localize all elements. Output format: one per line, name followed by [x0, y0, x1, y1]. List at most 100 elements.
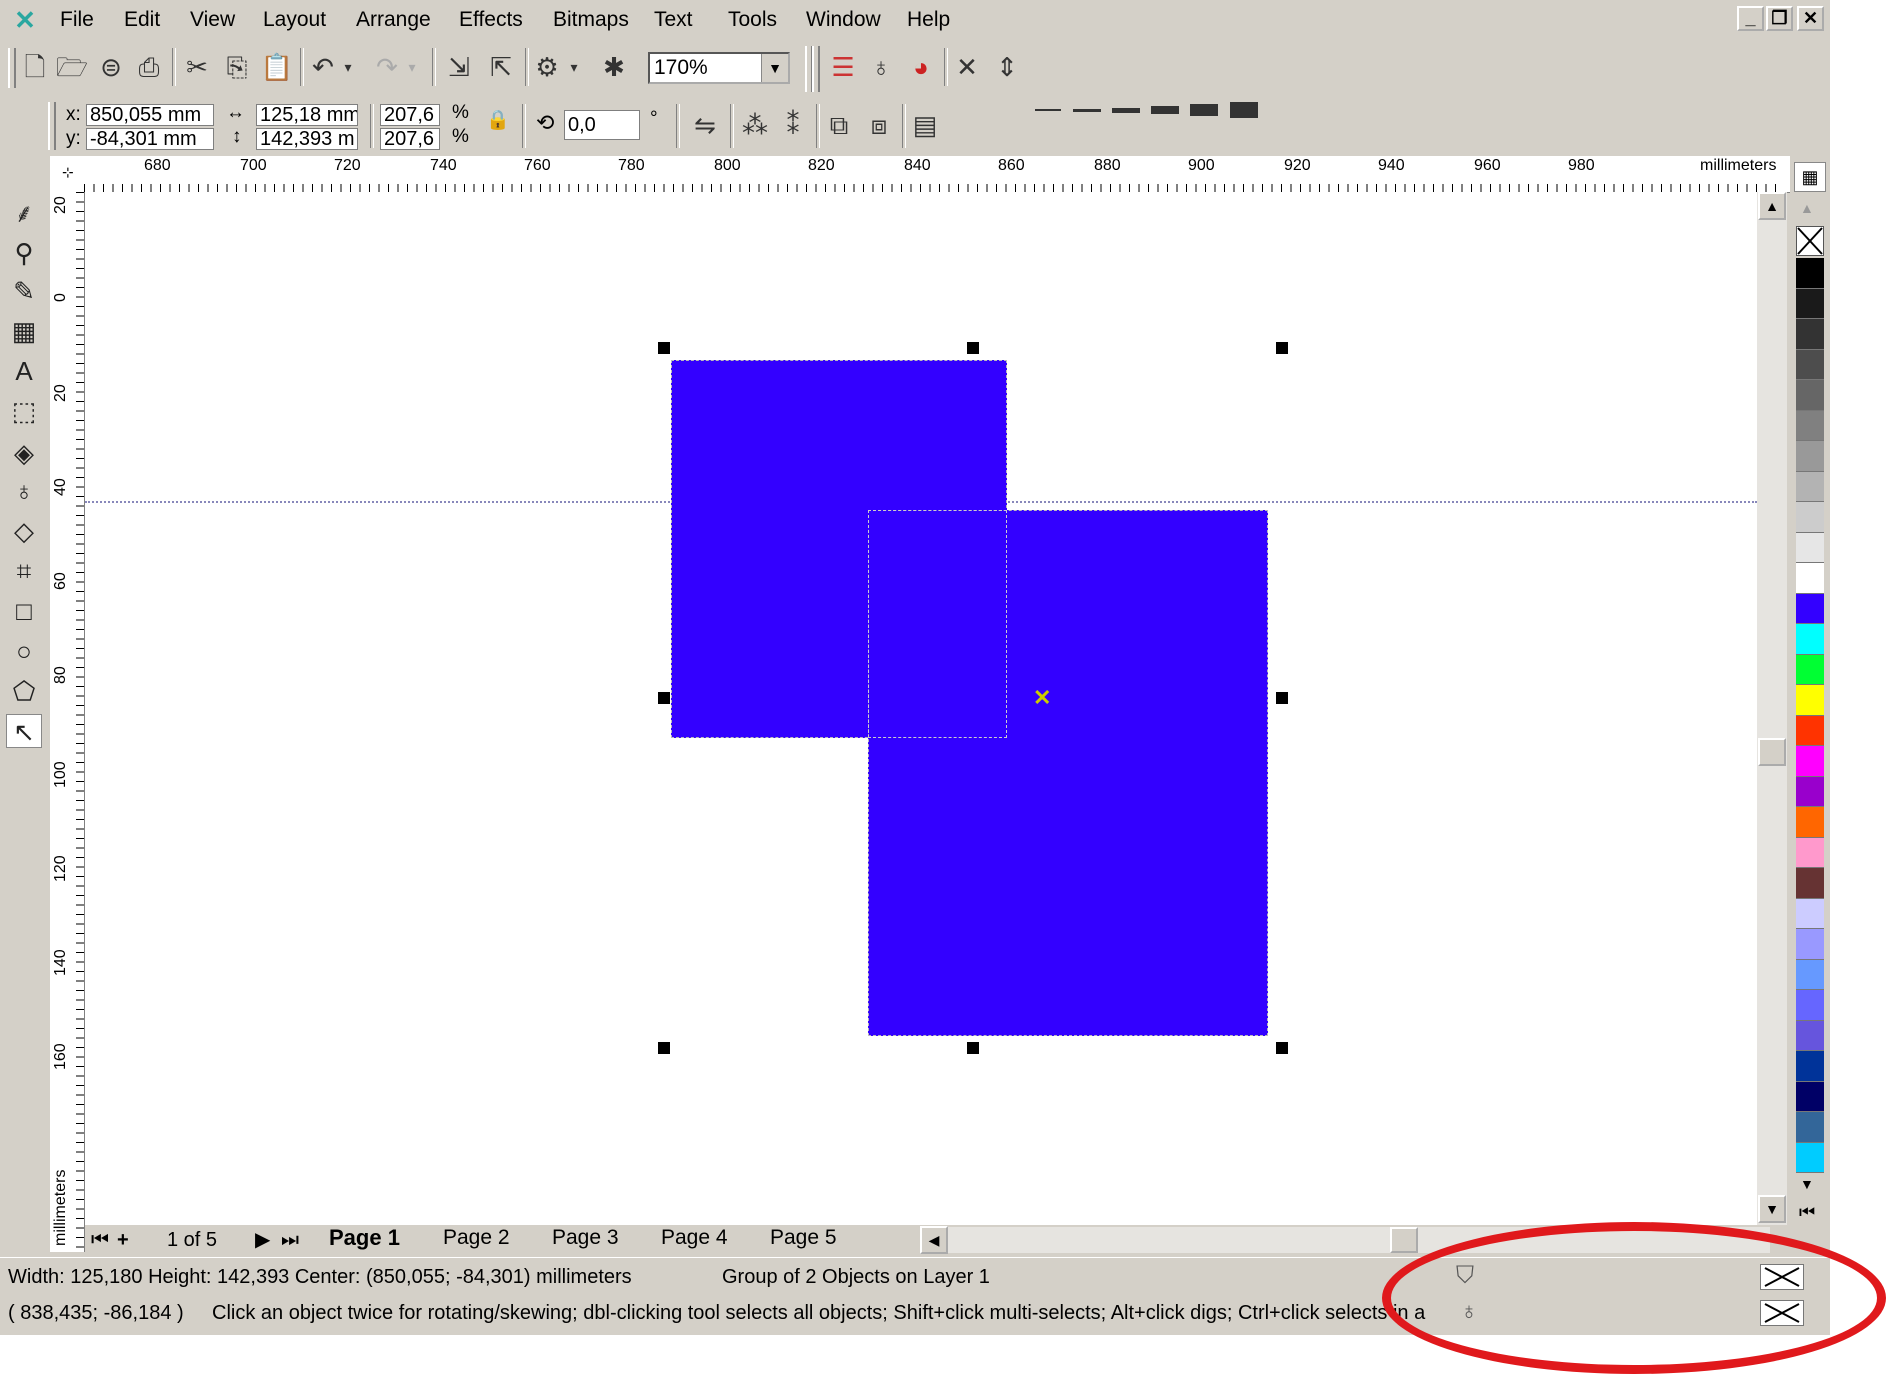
zoom-level-select[interactable]: 170% ▼ — [648, 52, 790, 84]
palette-scroll-up-icon[interactable]: ▲ — [1800, 200, 1814, 216]
pick-tool-icon[interactable]: ↖ — [6, 714, 42, 748]
ruler-origin-icon[interactable]: ⊹ — [62, 164, 74, 181]
tab-page-2[interactable]: Page 2 — [443, 1225, 510, 1253]
color-swatch[interactable] — [1796, 258, 1824, 289]
wrap-text-icon[interactable]: ▤ — [908, 108, 942, 142]
color-swatch[interactable] — [1796, 929, 1824, 960]
shape-tool-icon[interactable]: ⸙ — [6, 196, 42, 230]
break-apart-icon[interactable]: ⧈ — [862, 108, 896, 142]
fill-color-indicator[interactable] — [1760, 1264, 1804, 1290]
undo-icon[interactable]: ↶ — [306, 50, 340, 84]
color-swatch[interactable] — [1796, 746, 1824, 777]
corel-online-icon[interactable]: ✱ — [597, 50, 631, 84]
color-swatch[interactable] — [1796, 1051, 1824, 1082]
selection-handle-right[interactable] — [1276, 692, 1288, 704]
table-tool-icon[interactable]: ▦ — [6, 314, 42, 348]
first-page-icon[interactable]: ⏮ — [91, 1227, 109, 1253]
no-outline-icon[interactable]: ✕ — [950, 50, 984, 84]
vertical-scrollbar[interactable]: ▲ ▼ — [1757, 192, 1787, 1225]
color-swatch[interactable] — [1796, 654, 1824, 685]
color-swatch[interactable] — [1796, 593, 1824, 624]
object-height-field[interactable]: 142,393 m — [256, 128, 358, 150]
outline-tool-icon[interactable]: ♁ — [6, 474, 42, 508]
color-swatch[interactable] — [1796, 441, 1824, 472]
application-launcher-icon[interactable]: ⚙ — [530, 50, 564, 84]
selection-handle-top-right[interactable] — [1276, 342, 1288, 354]
color-swatch[interactable] — [1796, 1112, 1824, 1143]
copy-icon[interactable]: ⎘ — [220, 50, 254, 84]
paste-icon[interactable]: 📋 — [260, 50, 294, 84]
color-swatch[interactable] — [1796, 502, 1824, 533]
color-swatch[interactable] — [1796, 319, 1824, 350]
menu-view[interactable]: View — [190, 0, 235, 40]
next-page-icon[interactable]: ▶ — [255, 1227, 270, 1253]
extrude-tool-icon[interactable]: ⬚ — [6, 394, 42, 428]
rotation-center-icon[interactable]: ✕ — [1033, 685, 1051, 711]
rotation-angle-field[interactable]: 0,0 — [564, 110, 640, 140]
tab-page-4[interactable]: Page 4 — [661, 1225, 728, 1253]
tab-page-5[interactable]: Page 5 — [770, 1225, 837, 1253]
ungroup-icon[interactable]: ⁑ — [776, 108, 810, 142]
menu-bitmaps[interactable]: Bitmaps — [553, 0, 629, 40]
tab-page-3[interactable]: Page 3 — [552, 1225, 619, 1253]
restore-button[interactable]: ❐ — [1766, 6, 1793, 31]
scroll-down-icon[interactable]: ▼ — [1758, 1195, 1786, 1223]
lock-ratio-icon[interactable]: 🔒 — [486, 108, 510, 132]
color-swatch[interactable] — [1796, 471, 1824, 502]
palette-expand-icon[interactable]: ⏮ — [1799, 1202, 1815, 1223]
color-swatch[interactable] — [1796, 990, 1824, 1021]
rectangle-tool-icon[interactable]: □ — [6, 594, 42, 628]
launcher-dropdown-icon[interactable]: ▾ — [564, 50, 584, 84]
selection-handle-bottom-left[interactable] — [658, 1042, 670, 1054]
cut-icon[interactable]: ✂ — [180, 50, 214, 84]
new-document-icon[interactable]: 🗋 — [18, 50, 52, 84]
menu-layout[interactable]: Layout — [263, 0, 326, 40]
print-icon[interactable]: ⎙ — [132, 50, 166, 84]
selection-handle-top[interactable] — [967, 342, 979, 354]
x-position-field[interactable]: 850,055 mm — [86, 104, 214, 126]
scroll-up-icon[interactable]: ▲ — [1758, 192, 1786, 220]
save-icon[interactable]: ⊜ — [94, 50, 128, 84]
palette-scroll-down-icon[interactable]: ▼ — [1800, 1176, 1814, 1192]
minimize-button[interactable]: _ — [1737, 6, 1764, 31]
scale-y-field[interactable]: 207,6 — [380, 128, 440, 150]
close-button[interactable]: ✕ — [1797, 6, 1824, 31]
color-swatch[interactable] — [1796, 563, 1824, 594]
object-width-field[interactable]: 125,18 mm — [256, 104, 358, 126]
zoom-tool-icon[interactable]: ⚲ — [6, 236, 42, 270]
color-swatch[interactable] — [1796, 837, 1824, 868]
chevron-down-icon[interactable]: ▼ — [761, 54, 788, 82]
horizontal-scrollbar[interactable]: ◀ — [920, 1226, 1770, 1254]
selection-handle-top-left[interactable] — [658, 342, 670, 354]
outline-color-indicator[interactable] — [1760, 1300, 1804, 1326]
color-swatch[interactable] — [1796, 868, 1824, 899]
menu-tools[interactable]: Tools — [728, 0, 777, 40]
tab-page-1[interactable]: Page 1 — [329, 1225, 400, 1253]
outline-pen-icon[interactable]: ♁ — [864, 50, 898, 84]
eyedropper-tool-icon[interactable]: ◇ — [6, 514, 42, 548]
color-swatch[interactable] — [1796, 776, 1824, 807]
polygon-tool-icon[interactable]: ⬠ — [6, 674, 42, 708]
add-page-icon[interactable]: + — [117, 1227, 129, 1253]
menu-text[interactable]: Text — [654, 0, 693, 40]
color-swatch[interactable] — [1796, 959, 1824, 990]
last-page-icon[interactable]: ⏭ — [281, 1227, 299, 1253]
color-swatch[interactable] — [1796, 1020, 1824, 1051]
undo-dropdown-icon[interactable]: ▾ — [338, 50, 358, 84]
color-swatch[interactable] — [1796, 624, 1824, 655]
vertical-ruler[interactable]: 20 0 20 40 60 80 100 120 140 160 millime… — [50, 192, 85, 1252]
color-swatch[interactable] — [1796, 715, 1824, 746]
color-swatch[interactable] — [1796, 898, 1824, 929]
drawing-canvas[interactable]: ✕ — [85, 192, 1757, 1225]
menu-edit[interactable]: Edit — [124, 0, 160, 40]
selection-handle-bottom-right[interactable] — [1276, 1042, 1288, 1054]
menu-help[interactable]: Help — [907, 0, 950, 40]
redo-icon[interactable]: ↷ — [370, 50, 404, 84]
y-position-field[interactable]: -84,301 mm — [86, 128, 214, 150]
group-icon[interactable]: ⁂ — [738, 108, 772, 142]
horizontal-ruler[interactable]: ⊹ 680 700 720 740 760 780 800 820 840 86… — [50, 156, 1790, 193]
mesh-fill-tool-icon[interactable]: ⌗ — [6, 554, 42, 588]
fill-tool-icon[interactable]: ◈ — [6, 436, 42, 470]
selection-handle-bottom[interactable] — [967, 1042, 979, 1054]
open-icon[interactable]: 🗁 — [55, 50, 89, 84]
